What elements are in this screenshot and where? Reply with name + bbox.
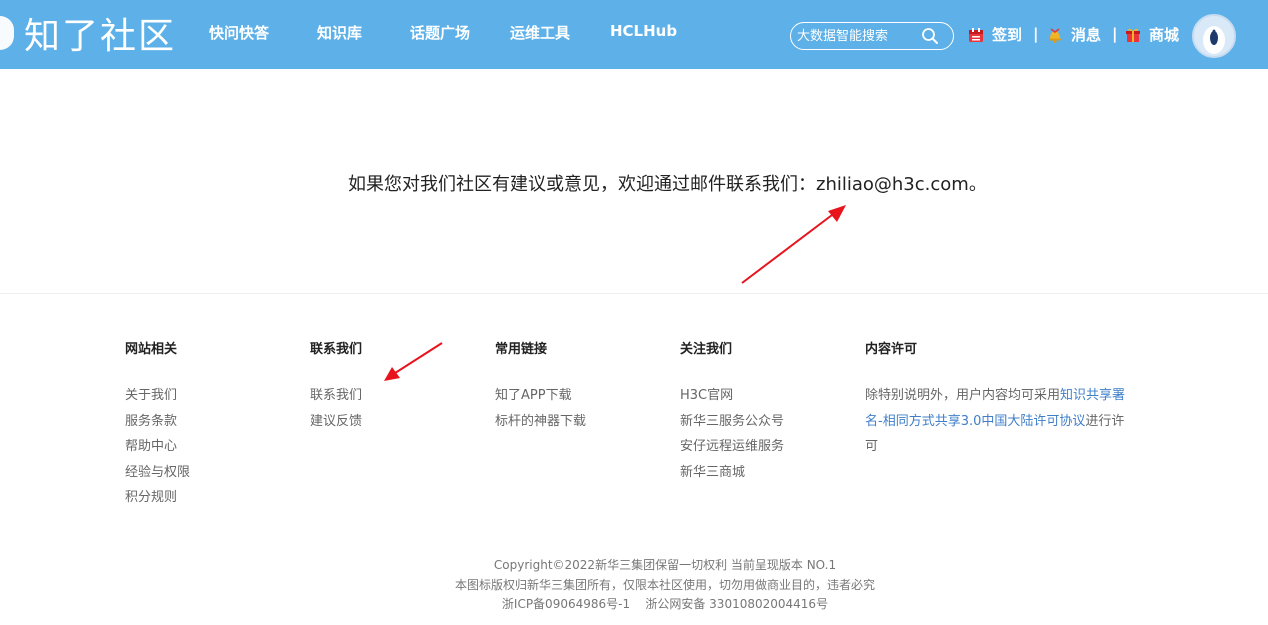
separator: | xyxy=(1112,25,1118,43)
footer-column-site: 网站相关 关于我们 服务条款 帮助中心 经验与权限 积分规则 xyxy=(125,338,190,511)
nav-hclhub[interactable]: HCLHub xyxy=(610,22,677,40)
contact-message: 如果您对我们社区有建议或意见，欢迎通过邮件联系我们：zhiliao@h3c.co… xyxy=(348,174,987,195)
mall-link[interactable]: 商城 xyxy=(1125,24,1179,45)
nav-quick-qa[interactable]: 快问快答 xyxy=(209,22,269,43)
section-divider xyxy=(0,293,1268,294)
bell-icon xyxy=(1049,27,1061,43)
footer-column-follow: 关注我们 H3C官网 新华三服务公众号 安仔远程运维服务 新华三商城 xyxy=(680,338,784,485)
signin-link[interactable]: 签到 xyxy=(968,24,1022,45)
footer-link-h3c-site[interactable]: H3C官网 xyxy=(680,383,784,409)
annotation-arrow-icon xyxy=(384,342,443,381)
user-avatar[interactable] xyxy=(1192,14,1236,58)
footer-link-remote-ops[interactable]: 安仔远程运维服务 xyxy=(680,434,784,460)
messages-label: 消息 xyxy=(1071,26,1102,44)
top-header: 知了社区 快问快答 知识库 话题广场 运维工具 HCLHub 签到 | 消息 xyxy=(0,0,1268,69)
nav-knowledge-base[interactable]: 知识库 xyxy=(317,22,362,43)
footer-link-wechat-account[interactable]: 新华三服务公众号 xyxy=(680,409,784,435)
logo-mark-icon xyxy=(0,16,14,50)
logo-text: 知了社区 xyxy=(24,16,177,57)
footer-column-title: 网站相关 xyxy=(125,342,178,357)
site-logo[interactable]: 知了社区 xyxy=(0,10,177,57)
footer-link-exp-permissions[interactable]: 经验与权限 xyxy=(125,460,190,486)
footer-link-h3c-mall[interactable]: 新华三商城 xyxy=(680,460,784,486)
search-box xyxy=(790,22,954,50)
nav-ops-tools[interactable]: 运维工具 xyxy=(510,22,570,43)
messages-link[interactable]: 消息 xyxy=(1047,24,1101,45)
footer-link-app-download[interactable]: 知了APP下载 xyxy=(495,383,586,409)
search-input[interactable] xyxy=(797,26,917,46)
mall-label: 商城 xyxy=(1149,26,1180,44)
footer-column-license: 内容许可 除特别说明外，用户内容均可采用知识共享署名-相同方式共享3.0中国大陆… xyxy=(865,338,1135,460)
footer-column-title: 关注我们 xyxy=(680,342,733,357)
footer-column-title: 联系我们 xyxy=(310,342,363,357)
footer-column-contact: 联系我们 联系我们 建议反馈 xyxy=(310,338,362,434)
calendar-icon xyxy=(969,27,983,42)
gift-icon xyxy=(1126,28,1140,42)
search-icon[interactable] xyxy=(921,27,939,45)
copyright-line: Copyright©2022新华三集团保留一切权利 当前呈现版本 NO.1 xyxy=(493,558,837,572)
nav-topic-square[interactable]: 话题广场 xyxy=(410,22,470,43)
footer-column-title: 内容许可 xyxy=(865,342,918,357)
footer-link-about[interactable]: 关于我们 xyxy=(125,383,190,409)
separator: | xyxy=(1033,25,1039,43)
license-statement: 除特别说明外，用户内容均可采用知识共享署名-相同方式共享3.0中国大陆许可协议进… xyxy=(865,383,1135,460)
copyright-block: Copyright©2022新华三集团保留一切权利 当前呈现版本 NO.1 本图… xyxy=(0,556,1268,615)
avatar-penguin-icon xyxy=(1203,26,1225,54)
footer-link-tool-download[interactable]: 标杆的神器下载 xyxy=(495,409,586,435)
license-text-before: 除特别说明外，用户内容均可采用 xyxy=(865,388,1061,403)
signin-label: 签到 xyxy=(992,26,1023,44)
footer-column-title: 常用链接 xyxy=(495,342,548,357)
footer-link-points-rules[interactable]: 积分规则 xyxy=(125,485,190,511)
copyright-notice: 本图标版权归新华三集团所有，仅限本社区使用，切勿用做商业目的，违者必究 xyxy=(454,577,875,592)
icp-record[interactable]: 浙ICP备09064986号-1 浙公网安备 33010802004416号 xyxy=(0,595,1268,615)
footer-link-terms[interactable]: 服务条款 xyxy=(125,409,190,435)
annotation-arrow-icon xyxy=(741,205,846,284)
footer-link-help[interactable]: 帮助中心 xyxy=(125,434,190,460)
footer-link-feedback[interactable]: 建议反馈 xyxy=(310,409,362,435)
footer-link-contact-us[interactable]: 联系我们 xyxy=(310,383,362,409)
footer-column-links: 常用链接 知了APP下载 标杆的神器下载 xyxy=(495,338,586,434)
